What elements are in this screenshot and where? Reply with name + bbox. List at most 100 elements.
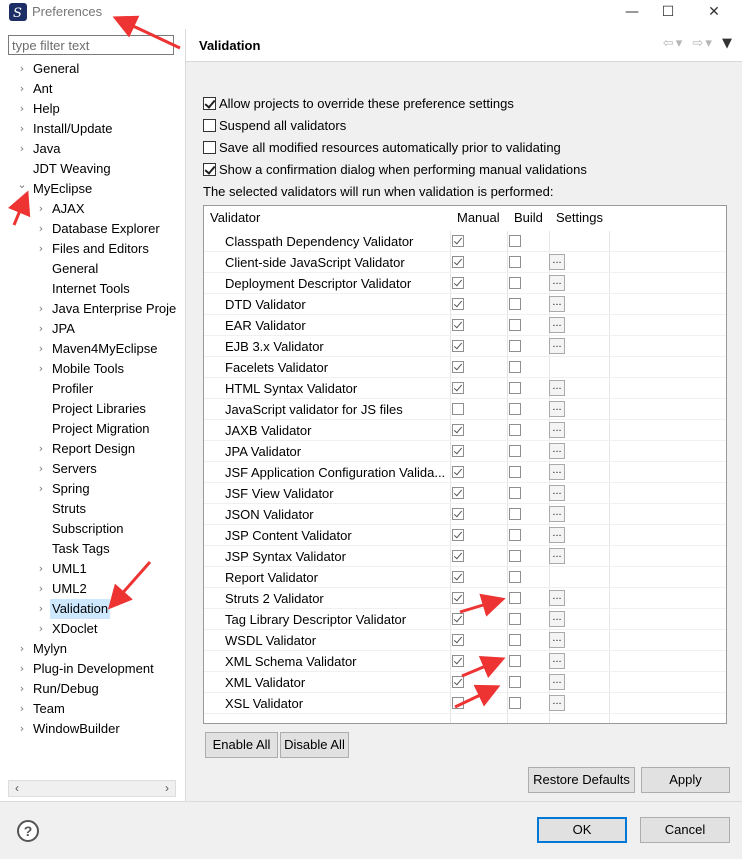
allow-override-checkbox[interactable] [203,97,216,110]
settings-button[interactable]: ... [549,338,565,354]
chevron-right-icon[interactable]: › [16,719,28,739]
tree-item[interactable]: › Mobile Tools [0,359,185,379]
manual-checkbox[interactable] [452,277,464,289]
tree-item[interactable]: › Plug-in Development [0,659,185,679]
chevron-right-icon[interactable]: › [35,339,47,359]
manual-checkbox[interactable] [452,340,464,352]
suspend-all-checkbox[interactable] [203,119,216,132]
settings-button[interactable]: ... [549,275,565,291]
build-checkbox[interactable] [509,655,521,667]
manual-checkbox[interactable] [452,634,464,646]
tree-item[interactable]: › Spring [0,479,185,499]
settings-button[interactable]: ... [549,443,565,459]
chevron-right-icon[interactable]: › [35,599,47,619]
settings-button[interactable]: ... [549,254,565,270]
ok-button[interactable]: OK [537,817,627,843]
build-checkbox[interactable] [509,676,521,688]
settings-button[interactable]: ... [549,695,565,711]
forward-arrow-icon[interactable]: ⇨ [692,36,703,51]
manual-checkbox[interactable] [452,361,464,373]
chevron-right-icon[interactable]: › [35,319,47,339]
table-row[interactable]: JSON Validator... [204,504,726,525]
chevron-right-icon[interactable]: › [16,659,28,679]
build-checkbox[interactable] [509,445,521,457]
chevron-right-icon[interactable]: › [16,59,28,79]
tree-item[interactable]: Subscription [0,519,185,539]
chevron-right-icon[interactable]: › [35,299,47,319]
build-checkbox[interactable] [509,340,521,352]
settings-button[interactable]: ... [549,527,565,543]
tree-item[interactable]: › Ant [0,79,185,99]
help-icon[interactable]: ? [17,820,39,842]
tree-item[interactable]: › General [0,59,185,79]
chevron-right-icon[interactable]: › [35,219,47,239]
column-header-settings[interactable]: Settings [556,206,603,231]
close-button[interactable]: ✕ [692,0,736,26]
scroll-right-icon[interactable]: › [159,781,175,796]
chevron-right-icon[interactable]: › [16,679,28,699]
build-checkbox[interactable] [509,256,521,268]
manual-checkbox[interactable] [452,487,464,499]
tree-item[interactable]: › WindowBuilder [0,719,185,739]
tree-item[interactable]: Project Migration [0,419,185,439]
apply-button[interactable]: Apply [641,767,730,793]
restore-defaults-button[interactable]: Restore Defaults [528,767,635,793]
manual-checkbox[interactable] [452,382,464,394]
manual-checkbox[interactable] [452,592,464,604]
tree-item[interactable]: Internet Tools [0,279,185,299]
manual-checkbox[interactable] [452,466,464,478]
tree-item[interactable]: › Java [0,139,185,159]
build-checkbox[interactable] [509,298,521,310]
chevron-right-icon[interactable]: › [35,619,47,639]
table-row[interactable]: Classpath Dependency Validator [204,231,726,252]
table-row[interactable]: DTD Validator... [204,294,726,315]
option-confirm-dialog[interactable]: Show a confirmation dialog when performi… [203,161,587,179]
settings-button[interactable]: ... [549,653,565,669]
back-arrow-icon[interactable]: ⇦ [663,36,674,51]
tree-item[interactable]: › AJAX [0,199,185,219]
table-row[interactable]: JSP Content Validator... [204,525,726,546]
build-checkbox[interactable] [509,571,521,583]
manual-checkbox[interactable] [452,319,464,331]
option-allow-override[interactable]: Allow projects to override these prefere… [203,95,514,113]
tree-item[interactable]: › Report Design [0,439,185,459]
tree-item[interactable]: › UML2 [0,579,185,599]
table-row[interactable]: Struts 2 Validator... [204,588,726,609]
enable-all-button[interactable]: Enable All [205,732,278,758]
chevron-right-icon[interactable]: › [35,239,47,259]
table-row[interactable]: JPA Validator... [204,441,726,462]
table-row[interactable]: WSDL Validator... [204,630,726,651]
tree-item[interactable]: › Servers [0,459,185,479]
table-row[interactable]: JavaScript validator for JS files... [204,399,726,420]
column-header-manual[interactable]: Manual [457,206,500,231]
manual-checkbox[interactable] [452,424,464,436]
table-row[interactable]: XML Validator... [204,672,726,693]
build-checkbox[interactable] [509,382,521,394]
build-checkbox[interactable] [509,508,521,520]
manual-checkbox[interactable] [452,697,464,709]
build-checkbox[interactable] [509,529,521,541]
tree-item[interactable]: › UML1 [0,559,185,579]
table-row[interactable]: XML Schema Validator... [204,651,726,672]
tree-item[interactable]: › Team [0,699,185,719]
scroll-left-icon[interactable]: ‹ [9,781,25,796]
chevron-right-icon[interactable]: › [35,579,47,599]
manual-checkbox[interactable] [452,235,464,247]
tree-item[interactable]: Project Libraries [0,399,185,419]
autosave-checkbox[interactable] [203,141,216,154]
tree-item[interactable]: Task Tags [0,539,185,559]
table-row[interactable]: JAXB Validator... [204,420,726,441]
filter-input[interactable] [8,35,174,55]
confirm-dialog-checkbox[interactable] [203,163,216,176]
manual-checkbox[interactable] [452,676,464,688]
manual-checkbox[interactable] [452,613,464,625]
tree-item[interactable]: Struts [0,499,185,519]
settings-button[interactable]: ... [549,422,565,438]
build-checkbox[interactable] [509,613,521,625]
disable-all-button[interactable]: Disable All [280,732,349,758]
option-suspend-all[interactable]: Suspend all validators [203,117,346,135]
build-checkbox[interactable] [509,403,521,415]
settings-button[interactable]: ... [549,296,565,312]
settings-button[interactable]: ... [549,401,565,417]
manual-checkbox[interactable] [452,655,464,667]
